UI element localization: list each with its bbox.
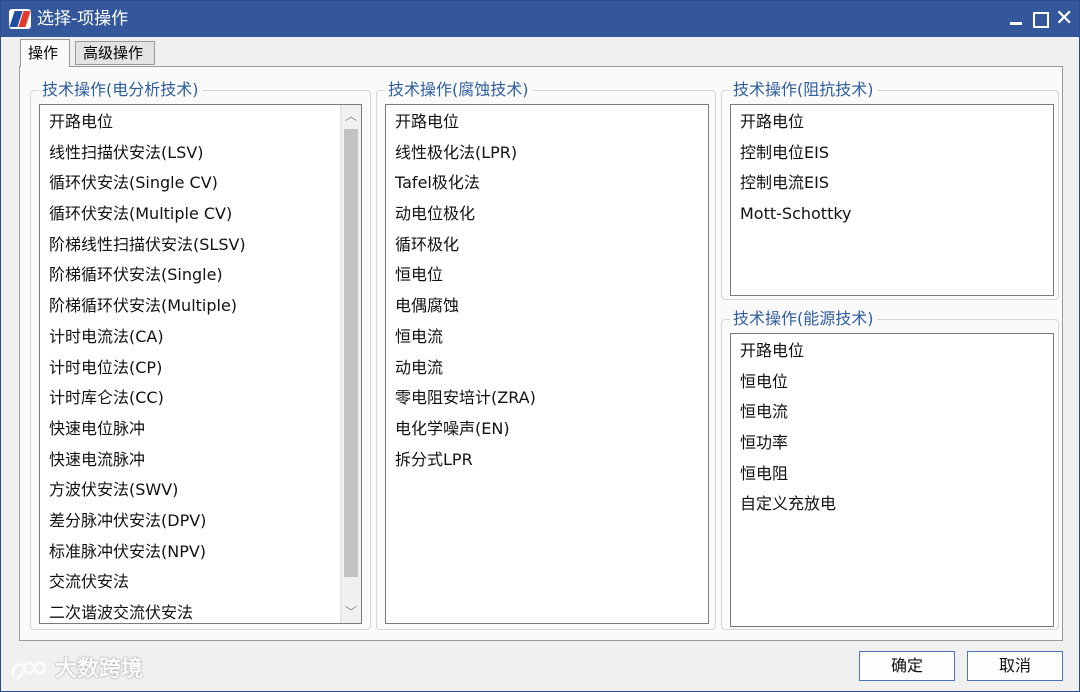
minimize-icon <box>1010 22 1022 25</box>
dialog-window: 选择-项操作 ✕ 操作 高级操作 技术操作(电分析技术) 开路电位 线性扫描伏安法… <box>0 0 1080 692</box>
close-button[interactable]: ✕ <box>1053 7 1075 31</box>
list-item-electroanalysis[interactable]: 差分脉冲伏安法(DPV) <box>40 506 361 537</box>
list-item-electroanalysis[interactable]: 阶梯线性扫描伏安法(SLSV) <box>40 230 361 261</box>
list-item-corrosion[interactable]: 动电位极化 <box>386 199 708 230</box>
list-electroanalysis[interactable]: 开路电位 线性扫描伏安法(LSV) 循环伏安法(Single CV) 循环伏安法(Mu… <box>39 104 362 624</box>
app-logo-icon <box>9 9 31 29</box>
group-title-energy: 技术操作(能源技术) <box>730 308 877 330</box>
list-item-electroanalysis[interactable]: 标准脉冲伏安法(NPV) <box>40 537 361 568</box>
list-item-electroanalysis[interactable]: 快速电流脉冲 <box>40 445 361 476</box>
vertical-scrollbar[interactable]: ︿ ﹀ <box>340 105 361 623</box>
list-item-impedance[interactable]: 控制电流EIS <box>731 168 1053 199</box>
group-impedance: 技术操作(阻抗技术) 开路电位 控制电位EIS 控制电流EIS Mott-Schott… <box>721 79 1059 300</box>
ok-button[interactable]: 确定 <box>859 651 955 681</box>
list-item-electroanalysis[interactable]: 线性扫描伏安法(LSV) <box>40 138 361 169</box>
list-item-energy[interactable]: 恒电阻 <box>731 459 1053 490</box>
close-icon: ✕ <box>1055 6 1074 31</box>
list-item-impedance[interactable]: 控制电位EIS <box>731 138 1053 169</box>
watermark-text: 大数跨境 <box>55 657 144 682</box>
group-title-corrosion: 技术操作(腐蚀技术) <box>385 79 532 101</box>
list-item-energy[interactable]: 恒电流 <box>731 397 1053 428</box>
list-impedance[interactable]: 开路电位 控制电位EIS 控制电流EIS Mott-Schottky <box>730 104 1054 296</box>
list-item-electroanalysis[interactable]: 计时库仑法(CC) <box>40 383 361 414</box>
list-item-electroanalysis[interactable]: 交流伏安法 <box>40 567 361 598</box>
group-corrosion: 技术操作(腐蚀技术) 开路电位 线性极化法(LPR) Tafel极化法 动电位极化 循环… <box>376 79 716 630</box>
list-item-energy[interactable]: 恒电位 <box>731 367 1053 398</box>
tab-advanced-operation[interactable]: 高级操作 <box>75 41 155 65</box>
group-title-impedance: 技术操作(阻抗技术) <box>730 79 877 101</box>
list-item-corrosion[interactable]: Tafel极化法 <box>386 168 708 199</box>
list-item-electroanalysis[interactable]: 计时电位法(CP) <box>40 353 361 384</box>
list-item-electroanalysis[interactable]: 快速电位脉冲 <box>40 414 361 445</box>
list-item-corrosion[interactable]: 恒电位 <box>386 260 708 291</box>
list-item-corrosion[interactable]: 动电流 <box>386 353 708 384</box>
list-item-electroanalysis[interactable]: 循环伏安法(Multiple CV) <box>40 199 361 230</box>
maximize-button[interactable] <box>1029 7 1051 31</box>
list-corrosion[interactable]: 开路电位 线性极化法(LPR) Tafel极化法 动电位极化 循环极化 恒电位 电偶腐蚀 恒电… <box>385 104 709 624</box>
list-item-electroanalysis[interactable]: 二次谐波交流伏安法 <box>40 598 361 623</box>
window-title: 选择-项操作 <box>37 9 129 29</box>
list-item-corrosion[interactable]: 拆分式LPR <box>386 445 708 476</box>
list-energy[interactable]: 开路电位 恒电位 恒电流 恒功率 恒电阻 自定义充放电 <box>730 333 1054 627</box>
cancel-button[interactable]: 取消 <box>967 651 1063 681</box>
list-item-electroanalysis[interactable]: 阶梯循环伏安法(Multiple) <box>40 291 361 322</box>
list-item-energy[interactable]: 恒功率 <box>731 428 1053 459</box>
list-item-corrosion[interactable]: 循环极化 <box>386 230 708 261</box>
list-item-corrosion[interactable]: 线性极化法(LPR) <box>386 138 708 169</box>
list-item-energy[interactable]: 开路电位 <box>731 336 1053 367</box>
list-item-electroanalysis[interactable]: 方波伏安法(SWV) <box>40 475 361 506</box>
list-item-electroanalysis[interactable]: 循环伏安法(Single CV) <box>40 168 361 199</box>
list-item-corrosion[interactable]: 电偶腐蚀 <box>386 291 708 322</box>
scroll-thumb[interactable] <box>344 129 358 577</box>
list-item-corrosion[interactable]: 电化学噪声(EN) <box>386 414 708 445</box>
tab-operation[interactable]: 操作 <box>20 39 70 67</box>
chevron-down-icon[interactable]: ﹀ <box>341 601 361 623</box>
list-item-electroanalysis[interactable]: 计时电流法(CA) <box>40 322 361 353</box>
list-item-electroanalysis[interactable]: 开路电位 <box>40 107 361 138</box>
list-item-energy[interactable]: 自定义充放电 <box>731 489 1053 520</box>
list-item-corrosion[interactable]: 恒电流 <box>386 322 708 353</box>
list-item-impedance[interactable]: 开路电位 <box>731 107 1053 138</box>
list-item-corrosion[interactable]: 开路电位 <box>386 107 708 138</box>
group-electroanalysis: 技术操作(电分析技术) 开路电位 线性扫描伏安法(LSV) 循环伏安法(Single… <box>30 79 371 630</box>
title-bar[interactable]: 选择-项操作 ✕ <box>1 1 1079 37</box>
tab-panel: 技术操作(电分析技术) 开路电位 线性扫描伏安法(LSV) 循环伏安法(Single… <box>19 66 1063 641</box>
list-item-electroanalysis[interactable]: 阶梯循环伏安法(Single) <box>40 260 361 291</box>
list-item-impedance[interactable]: Mott-Schottky <box>731 199 1053 230</box>
watermark-logo-icon <box>11 661 47 680</box>
group-energy: 技术操作(能源技术) 开路电位 恒电位 恒电流 恒功率 恒电阻 自定义充放电 <box>721 308 1059 630</box>
group-title-electroanalysis: 技术操作(电分析技术) <box>39 79 202 101</box>
list-item-corrosion[interactable]: 零电阻安培计(ZRA) <box>386 383 708 414</box>
minimize-button[interactable] <box>1005 7 1027 31</box>
maximize-icon <box>1033 12 1049 28</box>
chevron-up-icon[interactable]: ︿ <box>341 105 361 127</box>
